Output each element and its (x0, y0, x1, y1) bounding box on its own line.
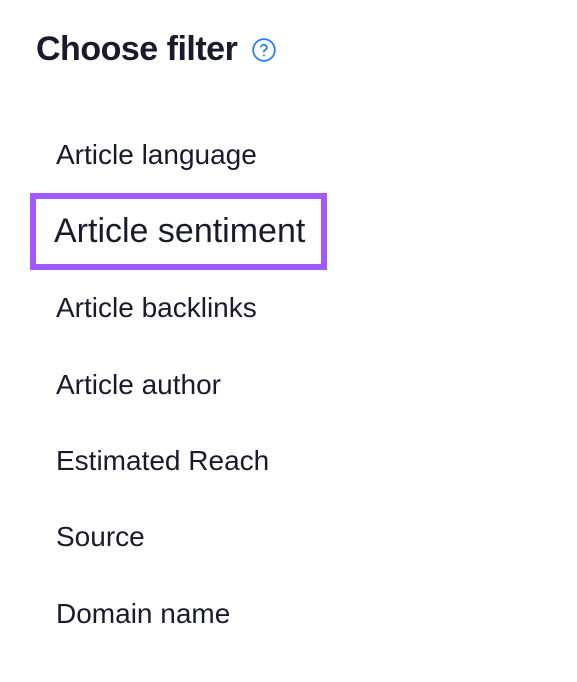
page-title: Choose filter (36, 30, 237, 69)
filter-item-source[interactable]: Source (30, 499, 547, 575)
filter-item-label: Article language (56, 139, 257, 170)
help-icon[interactable] (251, 37, 277, 63)
filter-item-label: Source (56, 521, 145, 552)
filter-header: Choose filter (30, 30, 547, 69)
filter-list: Article language Article sentiment Artic… (30, 117, 547, 652)
filter-item-article-language[interactable]: Article language (30, 117, 547, 193)
filter-item-estimated-reach[interactable]: Estimated Reach (30, 423, 547, 499)
filter-item-label: Article author (56, 369, 221, 400)
filter-item-label: Article backlinks (56, 292, 257, 323)
filter-item-domain-name[interactable]: Domain name (30, 576, 547, 652)
filter-item-label: Article sentiment (54, 212, 305, 250)
filter-item-article-author[interactable]: Article author (30, 347, 547, 423)
filter-item-article-sentiment[interactable]: Article sentiment (30, 193, 327, 270)
filter-item-label: Domain name (56, 598, 230, 629)
filter-item-article-backlinks[interactable]: Article backlinks (30, 270, 547, 346)
filter-item-label: Estimated Reach (56, 445, 269, 476)
